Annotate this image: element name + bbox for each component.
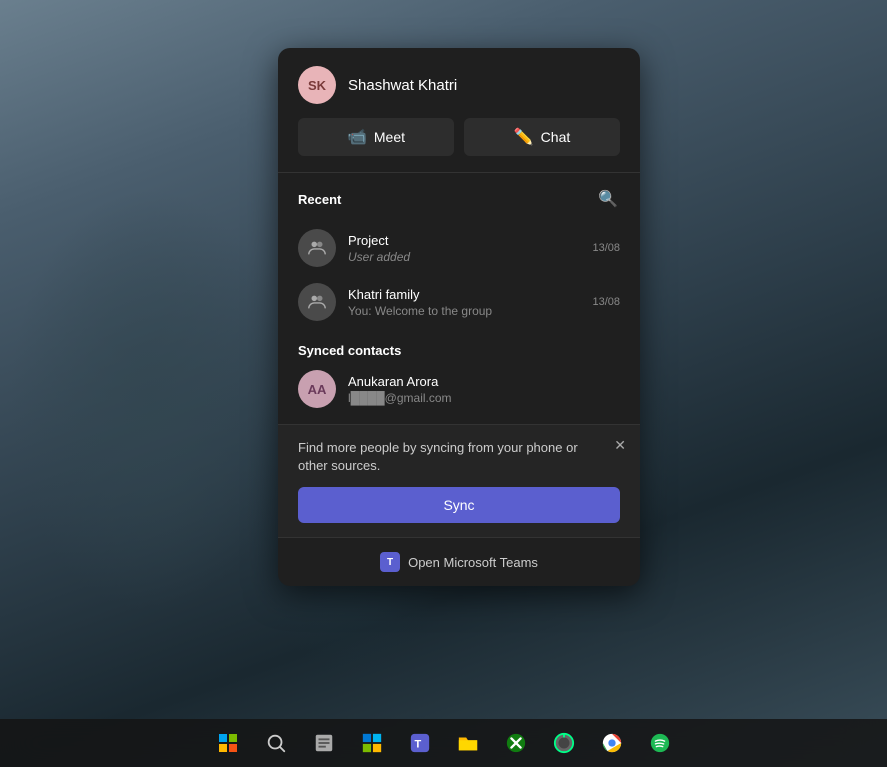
meet-button[interactable]: 📹 Meet: [298, 118, 454, 156]
group-icon: [306, 237, 328, 259]
chat-info-khatri: Khatri family You: Welcome to the group: [348, 287, 580, 318]
tasks-icon: [553, 732, 575, 754]
store-icon: [361, 732, 383, 754]
chat-time-project: 13/08: [592, 242, 620, 254]
sync-button[interactable]: Sync: [298, 487, 620, 523]
group-icon-khatri: [306, 291, 328, 313]
synced-section: Synced contacts AA Anukaran Arora l████@…: [278, 329, 640, 424]
meet-label: Meet: [374, 129, 405, 145]
explorer-icon: [457, 732, 479, 754]
taskbar-chrome[interactable]: [590, 721, 634, 765]
contact-item-aa[interactable]: AA Anukaran Arora l████@gmail.com: [298, 370, 620, 408]
synced-title: Synced contacts: [298, 343, 620, 358]
group-avatar-project: [298, 229, 336, 267]
taskbar-tasks[interactable]: [542, 721, 586, 765]
search-taskbar-icon: [265, 732, 287, 754]
action-buttons: 📹 Meet ✏️ Chat: [278, 118, 640, 172]
user-name: Shashwat Khatri: [348, 77, 457, 94]
chat-label: Chat: [541, 129, 571, 145]
svg-text:T: T: [414, 739, 421, 751]
recent-title: Recent: [298, 192, 341, 207]
recent-section: Recent 🔍 Project User added 13/08: [278, 173, 640, 329]
recent-section-header: Recent 🔍: [298, 187, 620, 211]
sync-banner: ✕ Find more people by syncing from your …: [278, 424, 640, 537]
taskbar-spotify[interactable]: [638, 721, 682, 765]
chat-preview-khatri: You: Welcome to the group: [348, 304, 580, 318]
open-teams-footer[interactable]: T Open Microsoft Teams: [278, 537, 640, 586]
teams-popup: SK Shashwat Khatri 📹 Meet ✏️ Chat Recent…: [278, 48, 640, 586]
spotify-icon: [649, 732, 671, 754]
chrome-icon: [601, 732, 623, 754]
xbox-icon: [505, 732, 527, 754]
video-icon: 📹: [347, 127, 367, 147]
taskbar-files[interactable]: [302, 721, 346, 765]
taskbar: T: [0, 719, 887, 767]
banner-text: Find more people by syncing from your ph…: [298, 439, 620, 475]
chat-preview-project: User added: [348, 250, 580, 264]
contact-info-aa: Anukaran Arora l████@gmail.com: [348, 374, 620, 405]
chat-name-project: Project: [348, 233, 580, 248]
windows-icon: [219, 734, 237, 752]
chat-item-project[interactable]: Project User added 13/08: [298, 221, 620, 275]
taskbar-search[interactable]: [254, 721, 298, 765]
popup-header: SK Shashwat Khatri: [278, 48, 640, 118]
avatar-aa: AA: [298, 370, 336, 408]
chat-time-khatri: 13/08: [592, 296, 620, 308]
chat-icon: ✏️: [514, 127, 534, 147]
avatar-initials: SK: [308, 78, 326, 93]
contact-email-aa: l████@gmail.com: [348, 391, 620, 405]
chat-button[interactable]: ✏️ Chat: [464, 118, 620, 156]
banner-close-button[interactable]: ✕: [614, 437, 626, 454]
taskbar-explorer[interactable]: [446, 721, 490, 765]
group-avatar-khatri: [298, 283, 336, 321]
search-button[interactable]: 🔍: [596, 187, 620, 211]
taskbar-xbox[interactable]: [494, 721, 538, 765]
teams-taskbar-icon: T: [409, 732, 431, 754]
chat-info-project: Project User added: [348, 233, 580, 264]
chat-name-khatri: Khatri family: [348, 287, 580, 302]
taskbar-start[interactable]: [206, 721, 250, 765]
avatar: SK: [298, 66, 336, 104]
taskbar-store[interactable]: [350, 721, 394, 765]
files-icon: [313, 732, 335, 754]
chat-item-khatri[interactable]: Khatri family You: Welcome to the group …: [298, 275, 620, 329]
avatar-aa-initials: AA: [308, 382, 327, 397]
footer-label: Open Microsoft Teams: [408, 555, 538, 570]
teams-logo-icon: T: [380, 552, 400, 572]
contact-name-aa: Anukaran Arora: [348, 374, 620, 389]
taskbar-teams[interactable]: T: [398, 721, 442, 765]
